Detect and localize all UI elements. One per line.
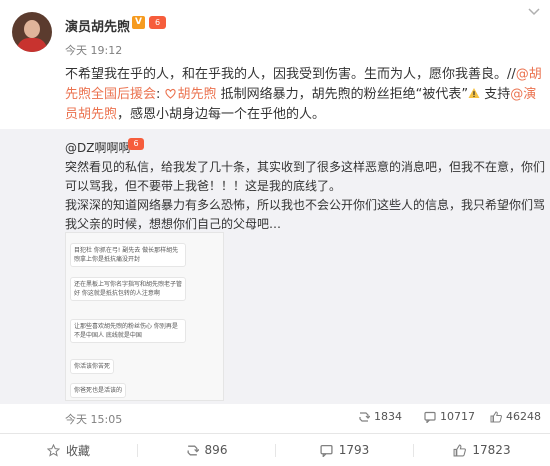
warning-icon bbox=[468, 88, 480, 98]
super-topic-icon bbox=[164, 88, 176, 99]
quoted-comment-value: 10717 bbox=[440, 410, 475, 423]
quoted-author[interactable]: @DZ啊啊啊 bbox=[65, 139, 130, 156]
post-text-segment: 不希望我在乎的人，和在乎我的人，因我受到伤害。生而为人，愿你我善良。// bbox=[65, 67, 516, 82]
quoted-text: 突然看见的私信，给我发了几十条，其实收到了很多这样恶意的消息吧，但我不在意，你们… bbox=[65, 158, 545, 234]
repost-count: 896 bbox=[204, 443, 228, 457]
post-text-segment: ，感恩小胡身边每一个在乎他的人。 bbox=[117, 107, 326, 122]
like-count: 17823 bbox=[472, 443, 511, 457]
post-text-segment: : bbox=[156, 87, 165, 102]
author-name[interactable]: 演员胡先煦 bbox=[65, 16, 130, 35]
post-text-segment: 抵制网络暴力，胡先煦的粉丝拒绝“被代表” bbox=[216, 87, 469, 102]
star-icon bbox=[46, 443, 60, 457]
comment-button[interactable]: 1793 bbox=[276, 434, 413, 466]
level-badge[interactable]: 6 bbox=[149, 16, 166, 29]
favorite-label: 收藏 bbox=[65, 443, 90, 458]
repost-button[interactable]: 896 bbox=[138, 434, 275, 466]
quoted-paragraph: 我深深的知道网络暴力有多么恐怖，所以我也不会公开你们这些人的信息，我只希望你们骂… bbox=[65, 198, 546, 231]
thumbs-up-icon bbox=[490, 410, 502, 422]
message-bubble: 你活该你苦死 bbox=[70, 359, 115, 374]
chevron-down-icon[interactable] bbox=[527, 8, 541, 22]
super-topic-label: 胡先煦 bbox=[177, 87, 217, 102]
message-bubble: 你爸死也是活该的 bbox=[70, 383, 127, 398]
post-timestamp[interactable]: 今天 19:12 bbox=[65, 42, 122, 58]
message-bubble: 让那些喜欢胡先煦的粉丝伤心 你别再是不是中国人 底线就是中国 bbox=[70, 319, 186, 343]
comment-count: 1793 bbox=[338, 443, 370, 457]
quoted-timestamp[interactable]: 今天 15:05 bbox=[65, 411, 122, 427]
super-topic-link[interactable]: 胡先煦 bbox=[164, 87, 217, 102]
quoted-level-badge[interactable]: 6 bbox=[128, 138, 144, 150]
verified-badge-icon[interactable]: V bbox=[132, 16, 145, 29]
quoted-repost-value: 1834 bbox=[374, 410, 402, 423]
quoted-paragraph: 突然看见的私信，给我发了几十条，其实收到了很多这样恶意的消息吧，但我不在意，你们… bbox=[65, 160, 546, 193]
avatar[interactable] bbox=[12, 12, 52, 52]
quoted-repost-count[interactable]: 1834 bbox=[358, 410, 402, 423]
quoted-image[interactable]: 目犯杜 你抓在弓! 副先去 做长那样胡先煦拿上你是抵抗痛没开封 还在黑板上写你名… bbox=[65, 232, 224, 401]
quoted-like-count[interactable]: 46248 bbox=[490, 410, 541, 423]
post-text: 不希望我在乎的人，和在乎我的人，因我受到伤害。生而为人，愿你我善良。//@胡先煦… bbox=[65, 65, 545, 125]
like-button[interactable]: 17823 bbox=[414, 434, 550, 466]
quoted-comment-count[interactable]: 10717 bbox=[424, 410, 475, 423]
repost-icon bbox=[187, 445, 199, 455]
thumbs-up-icon bbox=[453, 444, 467, 456]
repost-icon bbox=[359, 411, 370, 422]
favorite-button[interactable]: 收藏 bbox=[0, 434, 137, 466]
comment-icon bbox=[320, 444, 333, 457]
message-bubble: 目犯杜 你抓在弓! 副先去 做长那样胡先煦拿上你是抵抗痛没开封 bbox=[70, 243, 186, 267]
post-text-segment: 支持 bbox=[480, 87, 511, 102]
message-bubble: 还在黑板上写你名字指写和胡先煦老子管好 你这就是抵抗包转的人注意啊 bbox=[70, 277, 186, 301]
comment-icon bbox=[424, 411, 436, 423]
quoted-like-value: 46248 bbox=[506, 410, 541, 423]
